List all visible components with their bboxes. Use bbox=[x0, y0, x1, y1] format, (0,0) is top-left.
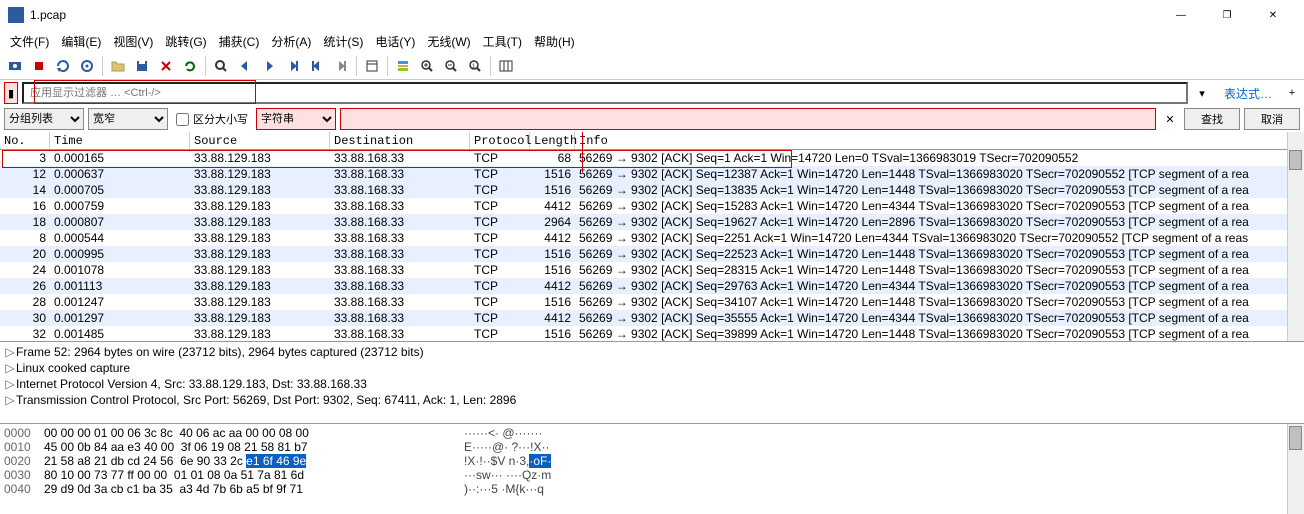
col-source[interactable]: Source bbox=[190, 132, 330, 149]
go-back-icon[interactable] bbox=[234, 55, 256, 77]
capture-options-icon[interactable] bbox=[76, 55, 98, 77]
col-info[interactable]: Info bbox=[575, 132, 1304, 149]
width-select[interactable]: 宽窄 bbox=[88, 108, 168, 130]
menu-tools[interactable]: 工具(T) bbox=[477, 31, 528, 52]
main-toolbar: 1 bbox=[0, 52, 1304, 80]
colorize-icon[interactable] bbox=[392, 55, 414, 77]
find-icon[interactable] bbox=[210, 55, 232, 77]
zoom-reset-icon[interactable]: 1 bbox=[464, 55, 486, 77]
hex-scrollbar[interactable] bbox=[1287, 424, 1304, 514]
go-last-icon[interactable] bbox=[330, 55, 352, 77]
menu-capture[interactable]: 捕获(C) bbox=[213, 31, 266, 52]
find-button[interactable]: 查找 bbox=[1184, 108, 1240, 130]
expand-icon[interactable]: ▷ bbox=[4, 361, 16, 375]
menu-go[interactable]: 跳转(G) bbox=[159, 31, 212, 52]
close-file-icon[interactable] bbox=[155, 55, 177, 77]
restart-capture-icon[interactable] bbox=[52, 55, 74, 77]
menu-bar: 文件(F) 编辑(E) 视图(V) 跳转(G) 捕获(C) 分析(A) 统计(S… bbox=[0, 30, 1304, 52]
menu-file[interactable]: 文件(F) bbox=[4, 31, 55, 52]
menu-statistics[interactable]: 统计(S) bbox=[317, 31, 369, 52]
resize-columns-icon[interactable] bbox=[495, 55, 517, 77]
hex-row[interactable]: 001045 00 0b 84 aa e3 40 00 3f 06 19 08 … bbox=[4, 440, 1300, 454]
close-button[interactable]: ✕ bbox=[1250, 0, 1296, 30]
go-to-packet-icon[interactable] bbox=[282, 55, 304, 77]
save-file-icon[interactable] bbox=[131, 55, 153, 77]
packet-row[interactable]: 80.00054433.88.129.18333.88.168.33TCP441… bbox=[0, 230, 1304, 246]
packet-row[interactable]: 140.00070533.88.129.18333.88.168.33TCP15… bbox=[0, 182, 1304, 198]
menu-wireless[interactable]: 无线(W) bbox=[421, 31, 476, 52]
expand-icon[interactable]: ▷ bbox=[4, 377, 16, 391]
hex-row[interactable]: 002021 58 a8 21 db cd 24 56 6e 90 33 2c … bbox=[4, 454, 1300, 468]
packet-row[interactable]: 300.00129733.88.129.18333.88.168.33TCP44… bbox=[0, 310, 1304, 326]
packet-row[interactable]: 160.00075933.88.129.18333.88.168.33TCP44… bbox=[0, 198, 1304, 214]
search-text-input[interactable] bbox=[340, 108, 1156, 130]
packet-row[interactable]: 320.00148533.88.129.18333.88.168.33TCP15… bbox=[0, 326, 1304, 342]
menu-analyze[interactable]: 分析(A) bbox=[265, 31, 317, 52]
packet-list[interactable]: No. Time Source Destination Protocol Len… bbox=[0, 132, 1304, 342]
start-capture-icon[interactable] bbox=[4, 55, 26, 77]
expand-icon[interactable]: ▷ bbox=[4, 345, 16, 359]
detail-row: ▷Internet Protocol Version 4, Src: 33.88… bbox=[4, 376, 1300, 392]
maximize-button[interactable]: ❐ bbox=[1204, 0, 1250, 30]
case-sensitive-checkbox[interactable] bbox=[176, 113, 189, 126]
packet-row[interactable]: 200.00099533.88.129.18333.88.168.33TCP15… bbox=[0, 246, 1304, 262]
filter-bookmark-icon[interactable]: ▮ bbox=[4, 82, 18, 104]
zoom-in-icon[interactable] bbox=[416, 55, 438, 77]
window-title: 1.pcap bbox=[30, 8, 1158, 22]
zoom-out-icon[interactable] bbox=[440, 55, 462, 77]
expand-icon[interactable]: ▷ bbox=[4, 393, 16, 407]
string-type-select[interactable]: 字符串 bbox=[256, 108, 336, 130]
open-file-icon[interactable] bbox=[107, 55, 129, 77]
go-forward-icon[interactable] bbox=[258, 55, 280, 77]
app-icon bbox=[8, 7, 24, 23]
expression-button[interactable]: 表达式… bbox=[1216, 83, 1280, 104]
detail-row: ▷Transmission Control Protocol, Src Port… bbox=[4, 392, 1300, 408]
packet-row[interactable]: 30.00016533.88.129.18333.88.168.33TCP685… bbox=[0, 150, 1304, 166]
packet-row[interactable]: 180.00080733.88.129.18333.88.168.33TCP29… bbox=[0, 214, 1304, 230]
search-bar: 分组列表 宽窄 区分大小写 字符串 ✕ 查找 取消 bbox=[0, 106, 1304, 132]
menu-help[interactable]: 帮助(H) bbox=[528, 31, 581, 52]
packet-list-header[interactable]: No. Time Source Destination Protocol Len… bbox=[0, 132, 1304, 150]
filter-dropdown-icon[interactable]: ▾ bbox=[1192, 87, 1212, 100]
packet-row[interactable]: 260.00111333.88.129.18333.88.168.33TCP44… bbox=[0, 278, 1304, 294]
col-protocol[interactable]: Protocol bbox=[470, 132, 530, 149]
col-no[interactable]: No. bbox=[0, 132, 50, 149]
filter-add-icon[interactable]: + bbox=[1284, 87, 1300, 99]
clear-search-icon[interactable]: ✕ bbox=[1160, 113, 1180, 126]
filter-bar: ▮ ▾ 表达式… + bbox=[0, 80, 1304, 106]
menu-edit[interactable]: 编辑(E) bbox=[55, 31, 107, 52]
col-length[interactable]: Length bbox=[530, 132, 575, 149]
minimize-button[interactable]: — bbox=[1158, 0, 1204, 30]
packet-list-select[interactable]: 分组列表 bbox=[4, 108, 84, 130]
packet-row[interactable]: 120.00063733.88.129.18333.88.168.33TCP15… bbox=[0, 166, 1304, 182]
detail-row: ▷Frame 52: 2964 bytes on wire (23712 bit… bbox=[4, 344, 1300, 360]
hex-row[interactable]: 000000 00 00 01 00 06 3c 8c 40 06 ac aa … bbox=[4, 426, 1300, 440]
col-destination[interactable]: Destination bbox=[330, 132, 470, 149]
col-time[interactable]: Time bbox=[50, 132, 190, 149]
case-sensitive-label: 区分大小写 bbox=[193, 111, 248, 127]
packet-row[interactable]: 280.00124733.88.129.18333.88.168.33TCP15… bbox=[0, 294, 1304, 310]
hex-row[interactable]: 004029 d9 0d 3a cb c1 ba 35 a3 4d 7b 6b … bbox=[4, 482, 1300, 496]
display-filter-input[interactable] bbox=[22, 82, 1188, 104]
menu-view[interactable]: 视图(V) bbox=[107, 31, 159, 52]
detail-row: ▷Linux cooked capture bbox=[4, 360, 1300, 376]
stop-capture-icon[interactable] bbox=[28, 55, 50, 77]
packet-list-scrollbar[interactable] bbox=[1287, 132, 1304, 341]
title-bar: 1.pcap — ❐ ✕ bbox=[0, 0, 1304, 30]
auto-scroll-icon[interactable] bbox=[361, 55, 383, 77]
reload-icon[interactable] bbox=[179, 55, 201, 77]
packet-bytes[interactable]: 000000 00 00 01 00 06 3c 8c 40 06 ac aa … bbox=[0, 424, 1304, 514]
packet-row[interactable]: 240.00107833.88.129.18333.88.168.33TCP15… bbox=[0, 262, 1304, 278]
cancel-button[interactable]: 取消 bbox=[1244, 108, 1300, 130]
go-first-icon[interactable] bbox=[306, 55, 328, 77]
menu-telephony[interactable]: 电话(Y) bbox=[369, 31, 421, 52]
packet-details[interactable]: ▷Frame 52: 2964 bytes on wire (23712 bit… bbox=[0, 342, 1304, 424]
hex-row[interactable]: 003080 10 00 73 77 ff 00 00 01 01 08 0a … bbox=[4, 468, 1300, 482]
